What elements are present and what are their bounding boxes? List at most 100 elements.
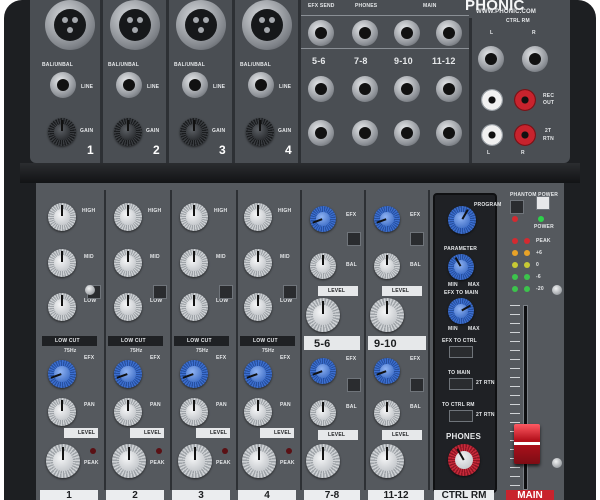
line-input-2-jack[interactable] [116, 72, 142, 98]
stereo-input-label-9-10: 9-10 [394, 56, 413, 66]
stereo-input-9-jack[interactable] [394, 76, 420, 102]
main-out-left-jack[interactable] [394, 20, 420, 46]
efx-send-knob-3[interactable] [180, 360, 208, 388]
channel-strip-label-2: 2 [106, 490, 164, 500]
level-knob-11-12[interactable] [370, 444, 404, 478]
rtn-label: RTN [543, 136, 554, 142]
rec-out-right-rca[interactable] [514, 89, 536, 111]
level-knob-3[interactable] [178, 444, 212, 478]
brand-url: WWW.PHONIC.COM [476, 9, 537, 15]
two-track-return-left-rca[interactable] [481, 124, 503, 146]
balance-knob-9-10[interactable] [374, 253, 400, 279]
mid-eq-knob-1[interactable] [48, 249, 76, 277]
phones-jack[interactable] [352, 20, 378, 46]
pan-knob-4[interactable] [244, 398, 272, 426]
stereo-input-5-jack[interactable] [308, 76, 334, 102]
xlr-input-3[interactable] [176, 0, 226, 50]
high-eq-knob-1[interactable] [48, 203, 76, 231]
phantom-power-button[interactable] [510, 200, 524, 214]
high-eq-knob-4[interactable] [244, 203, 272, 231]
main-fader-cap[interactable] [514, 424, 540, 464]
stereo-button-7-8[interactable] [347, 378, 361, 392]
stereo-input-10-jack[interactable] [394, 120, 420, 146]
low-cut-button-4[interactable] [283, 285, 297, 299]
low-eq-knob-1[interactable] [48, 293, 76, 321]
stereo-input-8-jack[interactable] [352, 120, 378, 146]
power-button[interactable] [536, 196, 550, 210]
rec-out-left-rca[interactable] [481, 89, 503, 111]
divider [104, 190, 106, 490]
stereo-input-12-jack[interactable] [436, 120, 462, 146]
stereo-input-11-jack[interactable] [436, 76, 462, 102]
two-track-label: 2T [545, 128, 552, 134]
balance-knob-5-6[interactable] [310, 253, 336, 279]
pan-knob-2[interactable] [114, 398, 142, 426]
max-label: MAX [468, 282, 480, 288]
level-knob-9-10[interactable] [370, 298, 404, 332]
two-track-return-right-rca[interactable] [514, 124, 536, 146]
mid-eq-knob-2[interactable] [114, 249, 142, 277]
level-knob-2[interactable] [112, 444, 146, 478]
meter-led-right-minus20 [524, 286, 530, 292]
efx-to-ctrl-button[interactable] [449, 346, 473, 358]
low-cut-button-2[interactable] [153, 285, 167, 299]
stereo-channel-plate [304, 336, 360, 350]
xlr-input-4[interactable] [242, 0, 292, 50]
efx-label: EFX [216, 355, 227, 361]
panel-screw [552, 285, 562, 295]
balance-knob-11-12[interactable] [374, 400, 400, 426]
efx-send-knob-1[interactable] [48, 360, 76, 388]
channel-number-3: 3 [219, 143, 226, 157]
line-input-3-jack[interactable] [182, 72, 208, 98]
program-knob[interactable] [448, 206, 476, 234]
stereo-input-6-jack[interactable] [308, 120, 334, 146]
high-eq-knob-3[interactable] [180, 203, 208, 231]
mid-eq-knob-3[interactable] [180, 249, 208, 277]
meter-led-right-plus6 [524, 250, 530, 256]
line-input-1-jack[interactable] [50, 72, 76, 98]
low-eq-knob-4[interactable] [244, 293, 272, 321]
efx-send-knob-11-12[interactable] [374, 358, 400, 384]
gain-knob-1[interactable] [48, 118, 76, 146]
low-eq-knob-2[interactable] [114, 293, 142, 321]
mid-eq-knob-4[interactable] [244, 249, 272, 277]
channel-strip-label-4: 4 [238, 490, 296, 500]
gain-knob-2[interactable] [114, 118, 142, 146]
stereo-input-7-jack[interactable] [352, 76, 378, 102]
high-eq-knob-2[interactable] [114, 203, 142, 231]
efx-send-knob-4[interactable] [244, 360, 272, 388]
efx-send-knob-7-8[interactable] [310, 358, 336, 384]
xlr-input-1[interactable] [45, 0, 95, 50]
stereo-button-9-10[interactable] [410, 232, 424, 246]
low-eq-knob-3[interactable] [180, 293, 208, 321]
level-knob-4[interactable] [242, 444, 276, 478]
ctrl-rm-right-jack[interactable] [522, 46, 548, 72]
phones-level-knob[interactable] [448, 444, 480, 476]
pan-knob-3[interactable] [180, 398, 208, 426]
level-knob-5-6[interactable] [306, 298, 340, 332]
level-knob-7-8[interactable] [306, 444, 340, 478]
efx-to-main-knob[interactable] [448, 298, 474, 324]
efx-send-knob-5-6[interactable] [310, 206, 336, 232]
gain-knob-3[interactable] [180, 118, 208, 146]
gain-knob-4[interactable] [246, 118, 274, 146]
stereo-button-5-6[interactable] [347, 232, 361, 246]
two-track-to-main-button[interactable] [449, 378, 473, 390]
efx-send-jack[interactable] [308, 20, 334, 46]
efx-send-knob-9-10[interactable] [374, 206, 400, 232]
two-track-to-ctrl-rm-button[interactable] [449, 410, 473, 422]
pan-knob-1[interactable] [48, 398, 76, 426]
balance-knob-7-8[interactable] [310, 400, 336, 426]
level-knob-1[interactable] [46, 444, 80, 478]
stereo-button-11-12[interactable] [410, 378, 424, 392]
main-out-right-jack[interactable] [436, 20, 462, 46]
line-input-4-jack[interactable] [248, 72, 274, 98]
ctrl-rm-left-jack[interactable] [478, 46, 504, 72]
bal-unbal-label: BAL/UNBAL [240, 62, 271, 68]
xlr-input-2[interactable] [110, 0, 160, 50]
low-cut-label: LOW CUT [121, 338, 146, 344]
parameter-knob[interactable] [448, 254, 474, 280]
power-label: POWER [534, 224, 554, 230]
low-cut-button-3[interactable] [219, 285, 233, 299]
efx-send-knob-2[interactable] [114, 360, 142, 388]
